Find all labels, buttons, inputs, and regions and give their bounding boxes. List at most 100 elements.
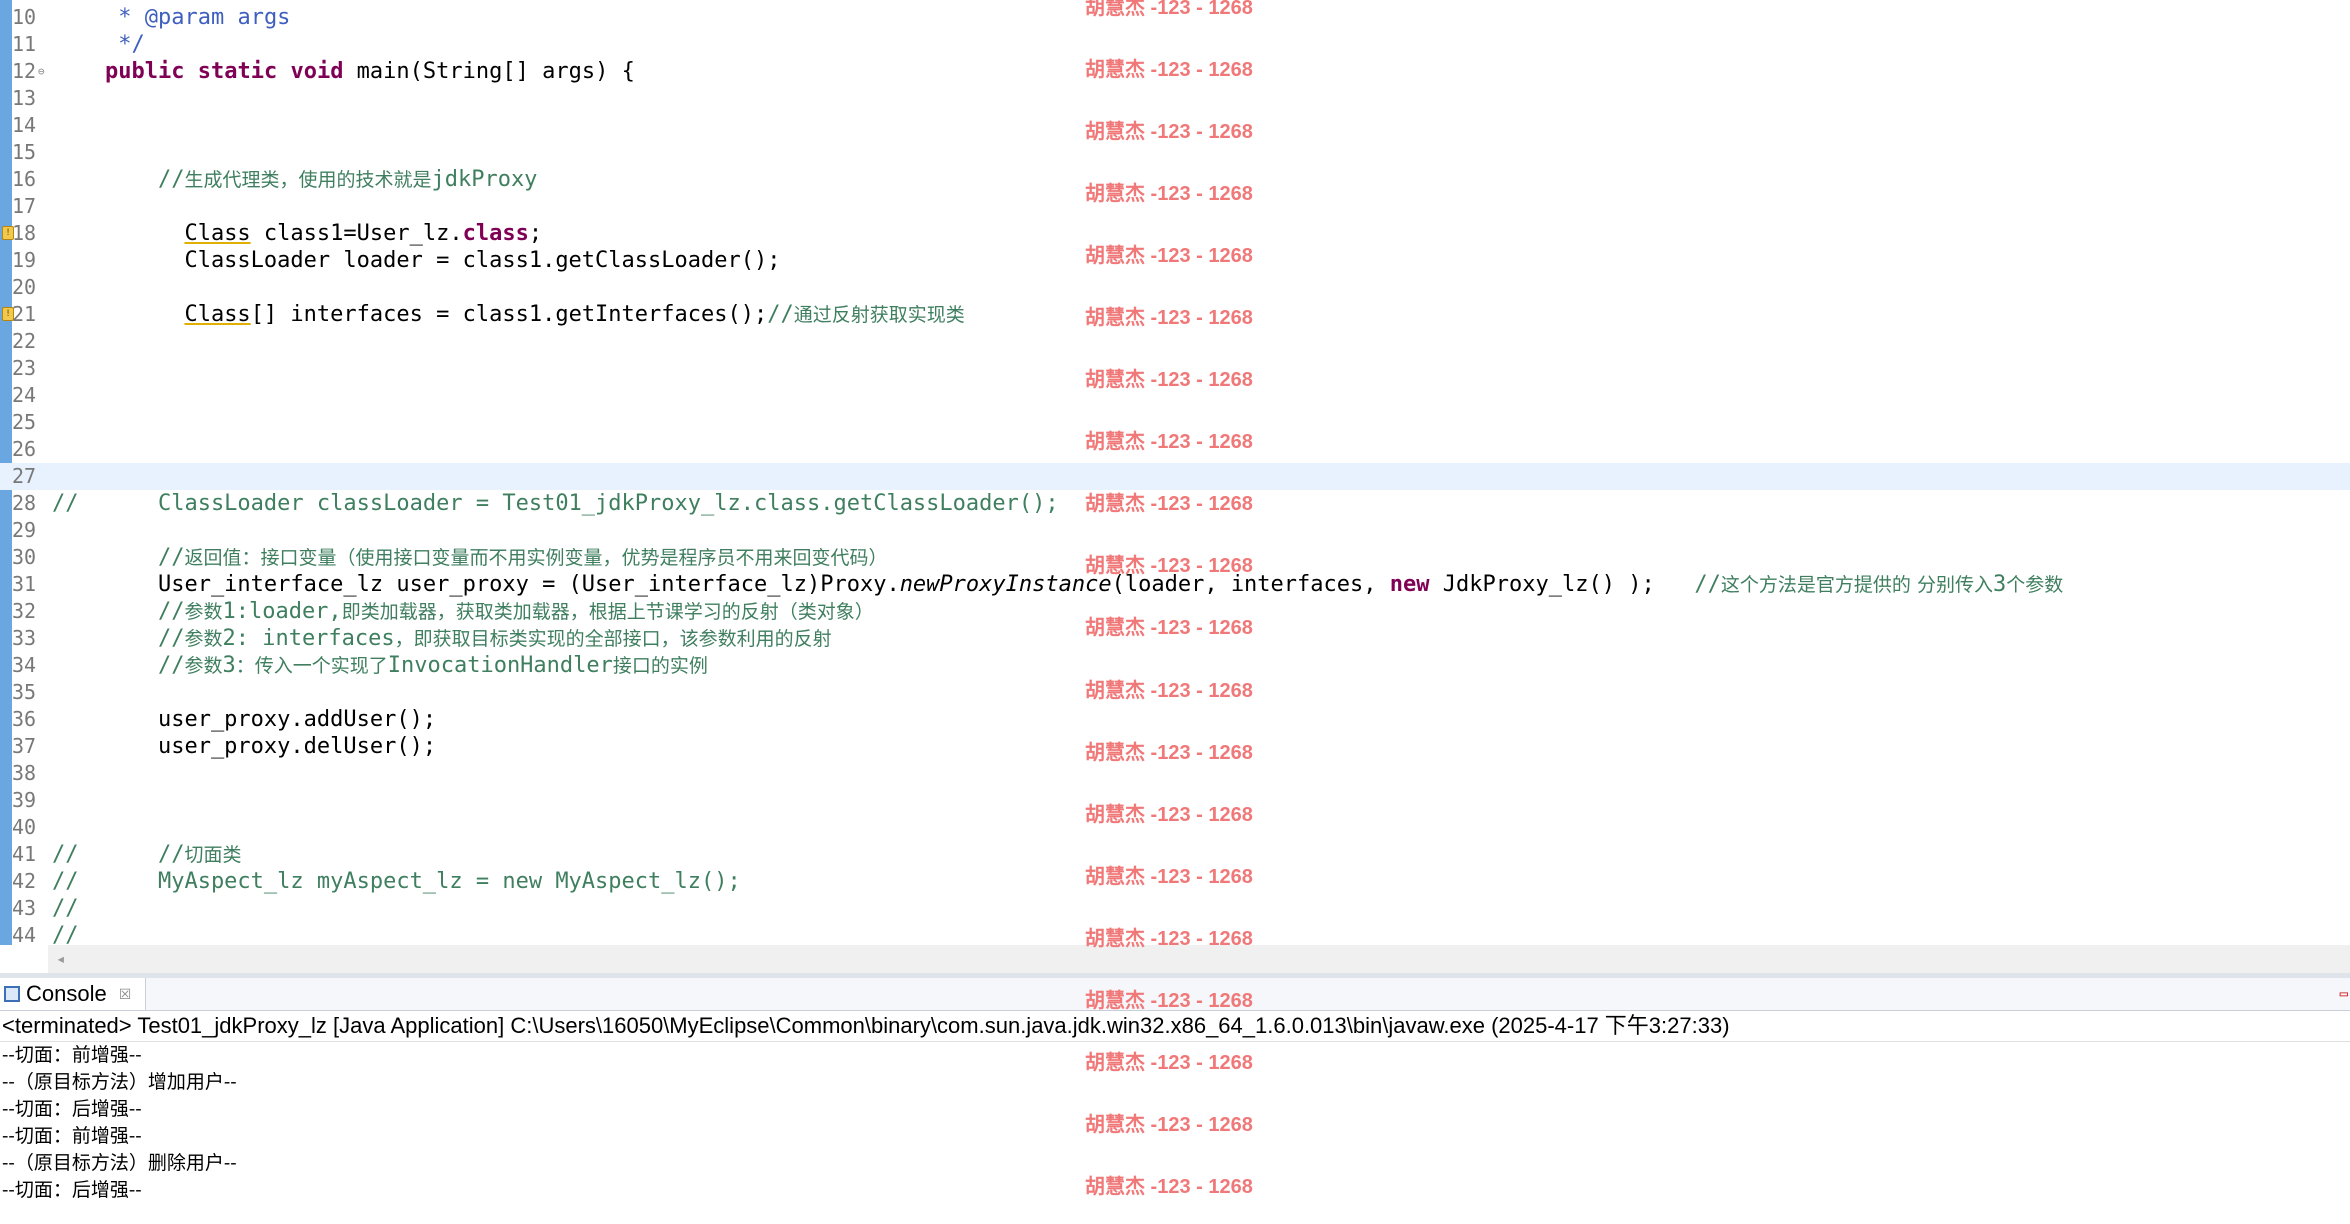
code-token: [] interfaces = class1.getInterfaces();	[250, 302, 768, 327]
line-number: 26	[12, 437, 37, 461]
code-text[interactable]: user_proxy.delUser();	[52, 733, 436, 760]
code-text[interactable]: // //切面类	[52, 841, 241, 869]
code-token: new	[1389, 572, 1430, 597]
console-output-line: --切面：后增强--	[2, 1179, 142, 1201]
code-text[interactable]: // ClassLoader classLoader = Test01_jdkP…	[52, 490, 1059, 517]
watermark-text: 胡慧杰 -123 - 1268	[1085, 866, 1253, 888]
fold-icon[interactable]: ⊖	[38, 58, 45, 85]
code-token: 接口的实例	[612, 655, 708, 677]
watermark-text: 胡慧杰 -123 - 1268	[1085, 1052, 1253, 1074]
line-number: 31	[12, 572, 37, 596]
code-token: jdkProxy	[431, 167, 538, 192]
code-line[interactable]: 36 user_proxy.addUser();	[0, 706, 2350, 733]
code-token: 1:loader,	[222, 599, 342, 624]
line-number: 27	[12, 464, 37, 488]
line-number: 23	[12, 356, 37, 380]
code-text[interactable]: User_interface_lz user_proxy = (User_int…	[52, 571, 2063, 599]
code-token: args	[224, 5, 291, 30]
code-line[interactable]: 22	[0, 328, 2350, 355]
code-token: ClassLoader loader = class1.getClassLoad…	[52, 248, 781, 273]
watermark-text: 胡慧杰 -123 - 1268	[1085, 928, 1253, 950]
scroll-left-icon[interactable]: ◂	[56, 949, 66, 968]
code-line[interactable]: 43 //	[0, 895, 2350, 922]
code-token: static	[197, 59, 278, 84]
code-line[interactable]: 29	[0, 517, 2350, 544]
tab-console[interactable]: Console ☒	[0, 978, 147, 1010]
line-number: 36	[12, 707, 37, 731]
code-text[interactable]: // MyAspect_lz myAspect_lz = new MyAspec…	[52, 868, 741, 895]
line-number: 40	[12, 815, 37, 839]
code-line[interactable]: 20	[0, 274, 2350, 301]
code-token: //	[52, 896, 79, 921]
code-text[interactable]: * @param args	[52, 4, 290, 31]
watermark-text: 胡慧杰 -123 - 1268	[1085, 555, 1253, 577]
code-token: Class	[184, 302, 251, 327]
code-token: */	[52, 32, 145, 57]
console-status-header: <terminated> Test01_jdkProxy_lz [Java Ap…	[0, 1011, 2350, 1042]
code-text[interactable]: Class class1=User_lz.class;	[52, 220, 542, 247]
watermark-text: 胡慧杰 -123 - 1268	[1085, 431, 1253, 453]
console-icon	[4, 986, 20, 1002]
code-token: ，即获取目标类实现的全部接口，该参数利用的反射	[394, 628, 832, 650]
code-token: main(String[] args) {	[343, 59, 635, 84]
code-text[interactable]: //参数1:loader,即类加载器，获取类加载器，根据上节课学习的反射（类对象…	[52, 598, 874, 626]
line-number: 17	[12, 194, 37, 218]
code-text[interactable]: //参数2: interfaces，即获取目标类实现的全部接口，该参数利用的反射	[52, 625, 832, 653]
line-number: 21	[12, 302, 37, 326]
code-token: *	[52, 5, 145, 30]
code-token: class1=User_lz.	[250, 221, 463, 246]
code-text[interactable]: public static void main(String[] args) {	[52, 58, 635, 85]
watermark-text: 胡慧杰 -123 - 1268	[1085, 990, 1253, 1012]
code-token: //	[52, 599, 185, 624]
line-number: 33	[12, 626, 37, 650]
code-token: 个参数	[2006, 574, 2064, 596]
line-number: 19	[12, 248, 37, 272]
line-number: 16	[12, 167, 37, 191]
minimize-icon[interactable]: ▭	[2340, 986, 2348, 1002]
line-number: 34	[12, 653, 37, 677]
code-text[interactable]: //	[52, 922, 79, 945]
code-token: //	[52, 653, 185, 678]
code-line[interactable]: 27	[0, 463, 2350, 490]
code-token: ;	[528, 221, 543, 246]
watermark-text: 胡慧杰 -123 - 1268	[1085, 183, 1253, 205]
code-token: //	[767, 302, 794, 327]
code-token: void	[290, 59, 344, 84]
code-token: @param	[144, 5, 225, 30]
code-token: InvocationHandler	[387, 653, 613, 678]
code-token: 参数	[184, 601, 223, 623]
line-number: 29	[12, 518, 37, 542]
code-token: //	[52, 626, 185, 651]
close-icon[interactable]: ☒	[119, 986, 132, 1003]
code-text[interactable]: //参数3：传入一个实现了InvocationHandler接口的实例	[52, 652, 708, 680]
code-token: user_proxy.delUser();	[52, 734, 437, 759]
line-number: 18	[12, 221, 37, 245]
line-number: 24	[12, 383, 37, 407]
code-token: //	[1694, 572, 1721, 597]
code-text[interactable]: //返回值：接口变量（使用接口变量而不用实例变量，优势是程序员不用来回变代码）	[52, 544, 888, 572]
code-token: 通过反射获取实现类	[793, 304, 965, 326]
line-number: 42	[12, 869, 37, 893]
watermark-text: 胡慧杰 -123 - 1268	[1085, 59, 1253, 81]
code-text[interactable]: Class[] interfaces = class1.getInterface…	[52, 301, 965, 329]
line-number: 35	[12, 680, 37, 704]
line-number: 28	[12, 491, 37, 515]
watermark-text: 胡慧杰 -123 - 1268	[1085, 245, 1253, 267]
code-text[interactable]: //	[52, 895, 79, 922]
line-number: 20	[12, 275, 37, 299]
code-token: Class	[184, 221, 251, 246]
watermark-text: 胡慧杰 -123 - 1268	[1085, 121, 1253, 143]
code-text[interactable]: */	[52, 31, 145, 58]
code-text[interactable]: user_proxy.addUser();	[52, 706, 436, 733]
code-text[interactable]: ClassLoader loader = class1.getClassLoad…	[52, 247, 780, 274]
code-token: 返回值：接口变量（使用接口变量而不用实例变量，优势是程序员不用来回变代码）	[184, 547, 888, 569]
code-line[interactable]: 13	[0, 85, 2350, 112]
code-text[interactable]: //生成代理类，使用的技术就是jdkProxy	[52, 166, 537, 194]
code-token: // //	[52, 842, 185, 867]
code-token: public	[104, 59, 185, 84]
